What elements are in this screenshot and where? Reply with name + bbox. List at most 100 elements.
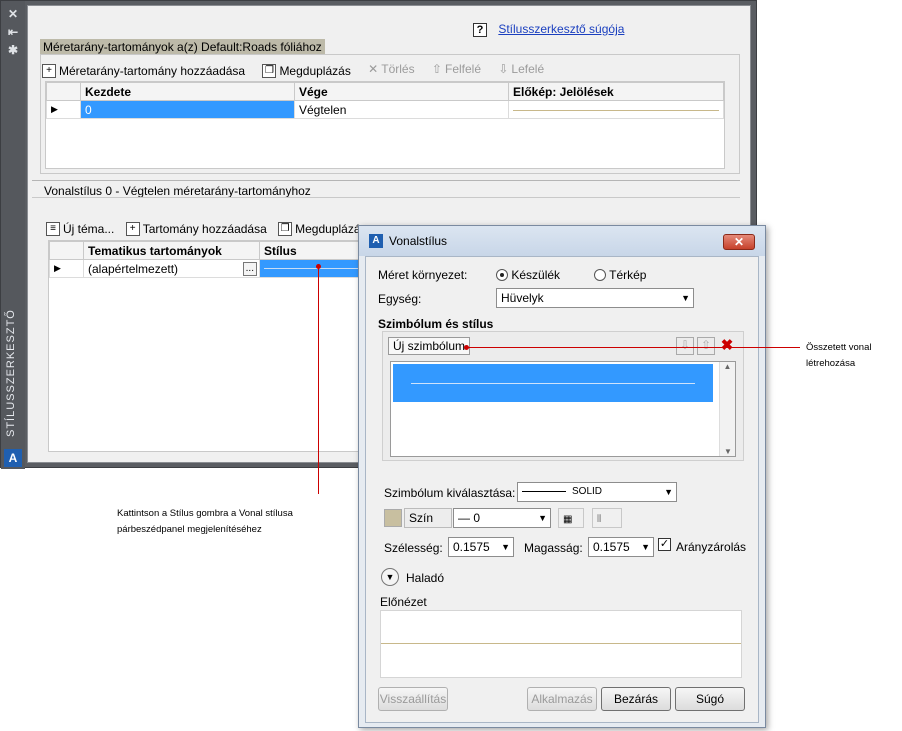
chevron-down-icon[interactable]: ▼ <box>381 568 399 586</box>
advanced-label[interactable]: Haladó <box>406 571 444 585</box>
lineweight-select[interactable]: — 0 ▼ <box>453 508 551 528</box>
cell-preview <box>508 100 724 119</box>
add-scale-range-button[interactable]: + Méretarány-tartomány hozzáadása <box>42 64 245 78</box>
thematic-range-grid: Tematikus tartományok Stílus ▶ (alapérte… <box>48 240 379 452</box>
line-style-dialog: A Vonalstílus ✕ Méret környezet: Készülé… <box>358 225 766 728</box>
new-theme-button[interactable]: ≡ Új téma... <box>46 222 114 236</box>
add-range-icon: + <box>125 222 140 236</box>
callout-dot-bottom <box>316 264 321 269</box>
column-preview: Előkép: Jelölések <box>508 82 724 101</box>
unit-select[interactable]: Hüvelyk ▼ <box>496 288 694 308</box>
cell-start[interactable]: 0 <box>80 100 295 119</box>
column-thematic-ranges: Tematikus tartományok <box>83 241 260 260</box>
ellipsis-button[interactable]: ... <box>242 262 257 276</box>
help-icon[interactable]: ? <box>473 23 487 37</box>
autohide-icon[interactable]: ⇤ <box>6 25 20 39</box>
chevron-down-icon: ▼ <box>641 542 650 552</box>
radio-map[interactable]: Térkép <box>594 268 646 282</box>
radio-on-icon <box>496 269 508 281</box>
add-range-button[interactable]: + Tartomány hozzáadása <box>125 222 267 236</box>
callout-dot-right <box>464 345 469 350</box>
cap-style-icon: ▦ <box>563 514 573 525</box>
scrollbar[interactable]: ▲ ▼ <box>719 362 735 456</box>
annotation-right: Összetett vonal létrehozása <box>806 342 872 369</box>
line-style-toolbar: ≡ Új téma... + Tartomány hozzáadása ❐ Megdu… <box>46 220 381 236</box>
palette-side-strip: ✕ ⇤ ✱ STÍLUSSZERKESZTŐ A <box>1 1 25 469</box>
arrow-down-icon[interactable]: ⇩ <box>676 337 694 355</box>
section-divider <box>32 180 740 181</box>
cell-end[interactable]: Végtelen <box>294 100 509 119</box>
section-underline <box>32 197 740 198</box>
move-up-button[interactable]: ⇧ Felfelé <box>432 62 481 76</box>
symbol-line-preview <box>411 383 695 384</box>
row-header-corner <box>49 241 84 260</box>
theme-icon: ≡ <box>46 222 60 236</box>
app-logo-icon: A <box>4 449 22 467</box>
height-label: Magasság: <box>524 541 583 555</box>
symbol-section-title: Szimbólum és stílus <box>378 317 494 331</box>
range-value: (alapértelmezett) <box>88 261 179 276</box>
unit-label: Egység: <box>378 292 422 306</box>
delete-button[interactable]: ✕ Törlés <box>368 62 414 76</box>
duplicate-icon: ❐ <box>278 222 293 236</box>
chevron-down-icon: ▼ <box>681 293 690 303</box>
line-style-section-title: Vonalstílus 0 - Végtelen méretarány-tart… <box>44 184 311 198</box>
close-button[interactable]: Bezárás <box>601 687 671 711</box>
new-symbol-button[interactable]: Új szimbólum <box>388 337 471 355</box>
radio-off-icon <box>594 269 606 281</box>
row-pointer-icon: ▶ <box>46 100 81 119</box>
add-range-icon: + <box>42 64 56 78</box>
dialog-body: Méret környezet: Készülék Térkép Egység:… <box>365 256 759 723</box>
close-icon[interactable]: ✕ <box>723 234 755 250</box>
duplicate-icon: ❐ <box>262 64 277 78</box>
radio-device[interactable]: Készülék <box>496 268 560 282</box>
row-pointer-icon: ▶ <box>49 259 84 278</box>
duplicate-button[interactable]: ❐ Megduplázás <box>262 64 351 78</box>
arrow-down-icon: ⇩ <box>498 62 509 76</box>
reset-button[interactable]: Visszaállítás <box>378 687 448 711</box>
join-style-button[interactable]: ⫴ <box>592 508 622 528</box>
delete-icon[interactable]: ✖ <box>718 337 736 355</box>
preview-label: Előnézet <box>380 595 427 609</box>
row-header-corner <box>46 82 81 101</box>
color-swatch[interactable] <box>384 509 402 527</box>
column-end: Vége <box>294 82 509 101</box>
width-label: Szélesség: <box>384 541 443 555</box>
symbol-list: ▲ ▼ <box>390 361 736 457</box>
aspect-lock-label: Arányzárolás <box>676 540 747 554</box>
arrow-up-icon: ⇧ <box>431 62 442 76</box>
height-input[interactable]: 0.1575 ▼ <box>588 537 654 557</box>
symbol-select[interactable]: SOLID ▼ <box>517 482 677 502</box>
arrow-up-icon[interactable]: ⇧ <box>697 337 715 355</box>
table-row[interactable]: ▶ (alapértelmezett) ... <box>49 259 379 278</box>
cap-style-button[interactable]: ▦ <box>558 508 584 528</box>
properties-icon[interactable]: ✱ <box>6 43 20 57</box>
scale-range-grid: Kezdete Vége Előkép: Jelölések ▶ 0 Végte… <box>45 81 725 169</box>
scale-range-toolbar: + Méretarány-tartomány hozzáadása ❐ Megdup… <box>42 62 558 78</box>
width-input[interactable]: 0.1575 ▼ <box>448 537 514 557</box>
line-sample-icon: — <box>458 511 470 525</box>
app-logo-icon: A <box>369 234 383 248</box>
apply-button[interactable]: Alkalmazás <box>527 687 597 711</box>
duplicate-button[interactable]: ❐ Megduplázás <box>278 222 367 236</box>
line-sample <box>522 490 566 492</box>
symbol-select-label: Szimbólum kiválasztása: <box>384 486 516 500</box>
aspect-lock-checkbox[interactable]: ✓ <box>658 538 671 551</box>
chevron-down-icon: ▼ <box>538 513 547 523</box>
table-row[interactable]: ▶ 0 Végtelen <box>46 100 724 119</box>
move-down-button[interactable]: ⇩ Lefelé <box>498 62 544 76</box>
cell-range[interactable]: (alapértelmezett) ... <box>83 259 260 278</box>
scroll-up-icon[interactable]: ▲ <box>720 362 735 371</box>
callout-line-right <box>468 347 800 348</box>
palette-title: STÍLUSSZERKESZTŐ <box>5 309 17 437</box>
help-row: ? Stílusszerkesztő súgója <box>473 22 624 37</box>
list-item[interactable] <box>393 364 713 402</box>
size-env-label: Méret környezet: <box>378 268 468 282</box>
close-icon[interactable]: ✕ <box>6 7 20 21</box>
help-button[interactable]: Súgó <box>675 687 745 711</box>
dialog-titlebar[interactable]: A Vonalstílus ✕ <box>359 226 765 256</box>
delete-icon: ✕ <box>368 62 379 76</box>
help-link[interactable]: Stílusszerkesztő súgója <box>498 22 624 36</box>
color-button[interactable]: Szín <box>404 508 452 528</box>
scroll-down-icon[interactable]: ▼ <box>720 447 736 456</box>
